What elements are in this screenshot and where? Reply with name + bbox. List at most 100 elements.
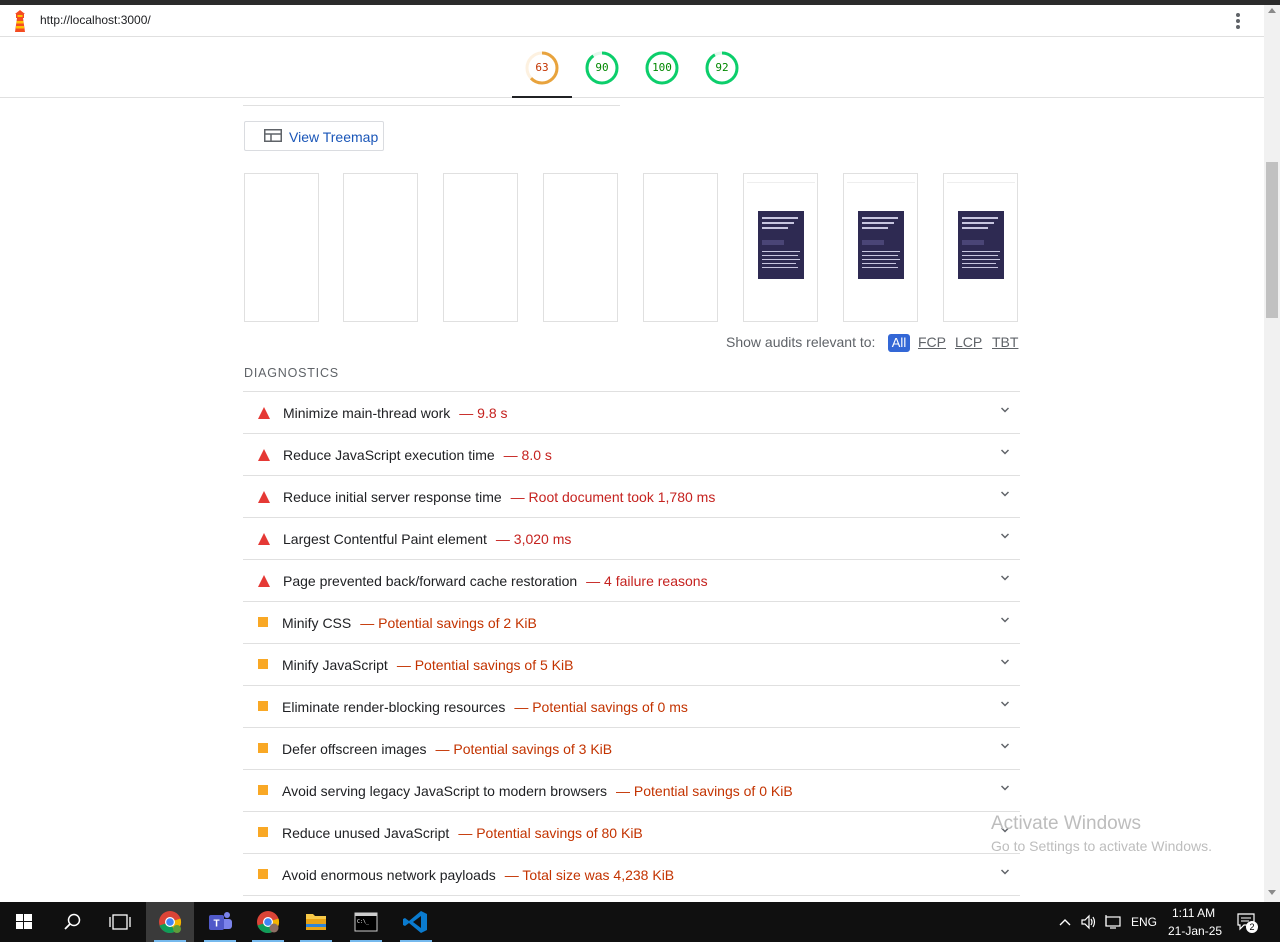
warning-square-icon [258, 617, 268, 627]
url-text[interactable]: http://localhost:3000/ [40, 13, 151, 27]
chevron-down-icon[interactable] [1001, 868, 1009, 876]
filmstrip-frame [643, 173, 718, 322]
view-treemap-button[interactable]: View Treemap [244, 121, 384, 151]
windows-logo-icon [16, 914, 32, 929]
svg-text:T: T [213, 919, 219, 930]
treemap-icon [264, 129, 282, 142]
chevron-down-icon[interactable] [1001, 658, 1009, 666]
audit-title-text: Avoid enormous network payloads [282, 867, 496, 883]
audit-row[interactable]: Eliminate render-blocking resources — Pot… [243, 685, 1020, 727]
audit-row[interactable]: Reduce unused JavaScript — Potential savi… [243, 811, 1020, 853]
audit-display-value: — 3,020 ms [495, 531, 572, 547]
audit-row[interactable]: Page prevented back/forward cache restor… [243, 559, 1020, 601]
warning-square-icon [258, 827, 268, 837]
windows-taskbar: T C:\_ ENG 1:11 AM 21-Jan-25 2 [0, 902, 1280, 942]
scroll-down-arrow-icon[interactable] [1268, 890, 1276, 895]
filter-fcp-link[interactable]: FCP [918, 334, 946, 350]
gauge-seo[interactable]: 92 [705, 51, 739, 85]
chevron-down-icon[interactable] [1001, 406, 1009, 414]
show-hidden-icons-chevron-icon[interactable] [1058, 916, 1072, 928]
chevron-down-icon[interactable] [1001, 616, 1009, 624]
audit-title: Page prevented back/forward cache restor… [283, 573, 708, 589]
audit-row[interactable]: Minify CSS — Potential savings of 2 KiB [243, 601, 1020, 643]
fail-triangle-icon [258, 449, 270, 461]
gauge-accessibility[interactable]: 90 [585, 51, 619, 85]
network-icon[interactable] [1104, 914, 1124, 930]
windows-start-button[interactable] [0, 902, 48, 942]
warning-square-icon [258, 701, 268, 711]
score-gauge-bar: 63 90 100 92 [0, 37, 1264, 98]
filmstrip-frame [443, 173, 518, 322]
filter-lcp-link[interactable]: LCP [955, 334, 982, 350]
chevron-down-icon[interactable] [1001, 574, 1009, 582]
audit-row[interactable]: Avoid serving legacy JavaScript to moder… [243, 769, 1020, 811]
taskbar-search-button[interactable] [48, 902, 96, 942]
audit-title-text: Page prevented back/forward cache restor… [283, 573, 578, 589]
audit-row[interactable]: Reduce initial server response time — Roo… [243, 475, 1020, 517]
audit-row[interactable]: Avoid enormous network payloads — Total s… [243, 853, 1020, 895]
chevron-down-icon[interactable] [1001, 448, 1009, 456]
page-scrollbar[interactable] [1264, 5, 1280, 902]
scrollbar-thumb[interactable] [1266, 162, 1278, 318]
audit-row[interactable]: Reduce JavaScript execution time — 8.0 s [243, 433, 1020, 475]
folder-icon [306, 914, 326, 930]
taskbar-terminal[interactable]: C:\_ [342, 902, 390, 942]
gauge-performance[interactable]: 63 [525, 51, 559, 85]
warning-square-icon [258, 785, 268, 795]
volume-icon[interactable] [1080, 914, 1098, 930]
frame-thumbnail [844, 174, 917, 321]
frame-header [747, 178, 815, 183]
taskbar-file-explorer[interactable] [292, 902, 340, 942]
fail-triangle-icon [258, 575, 270, 587]
vscode-icon [403, 911, 427, 933]
chevron-down-icon[interactable] [1001, 784, 1009, 792]
chevron-down-icon[interactable] [1001, 700, 1009, 708]
filter-all-button[interactable]: All [888, 334, 910, 352]
clock-date[interactable]: 21-Jan-25 [1168, 924, 1222, 938]
audit-row[interactable]: Largest Contentful Paint element — 3,020 … [243, 517, 1020, 559]
filmstrip-frame [743, 173, 818, 322]
activate-windows-watermark: Activate Windows Go to Settings to activ… [991, 813, 1212, 854]
frame-header [847, 178, 915, 183]
audit-display-value: — Total size was 4,238 KiB [504, 867, 675, 883]
chevron-down-icon[interactable] [1001, 490, 1009, 498]
audit-title: Reduce JavaScript execution time — 8.0 s [283, 447, 552, 463]
taskbar-chrome-second[interactable] [244, 902, 292, 942]
terminal-icon: C:\_ [354, 912, 378, 932]
audit-title: Minify CSS — Potential savings of 2 KiB [282, 615, 537, 631]
chevron-down-icon[interactable] [1001, 742, 1009, 750]
more-options-icon[interactable] [1228, 11, 1248, 31]
taskbar-chrome-active[interactable] [146, 902, 194, 942]
watermark-title: Activate Windows [991, 813, 1141, 834]
audit-title-text: Largest Contentful Paint element [283, 531, 487, 547]
chrome-icon [159, 911, 182, 934]
frame-hero-block [758, 211, 804, 279]
audit-row[interactable]: Minimize main-thread work — 9.8 s [243, 391, 1020, 433]
audit-row[interactable]: Defer offscreen images — Potential saving… [243, 727, 1020, 769]
audit-title: Minify JavaScript — Potential savings of … [282, 657, 573, 673]
audit-display-value: — Potential savings of 2 KiB [360, 615, 537, 631]
audit-title-text: Minify JavaScript [282, 657, 388, 673]
gauge-best-practices[interactable]: 100 [645, 51, 679, 85]
audit-display-value: — Root document took 1,780 ms [510, 489, 716, 505]
language-indicator[interactable]: ENG [1131, 915, 1157, 929]
notifications-button[interactable]: 2 [1236, 912, 1258, 933]
chevron-down-icon[interactable] [1001, 532, 1009, 540]
filmstrip-frame [244, 173, 319, 322]
audit-title: Largest Contentful Paint element — 3,020 … [283, 531, 571, 547]
search-icon [64, 913, 81, 930]
audit-row[interactable]: Minify JavaScript — Potential savings of … [243, 643, 1020, 685]
task-view-button[interactable] [96, 902, 144, 942]
scroll-up-arrow-icon[interactable] [1268, 8, 1276, 13]
svg-text:C:\_: C:\_ [357, 919, 370, 925]
taskbar-vscode[interactable] [392, 902, 440, 942]
filter-tbt-link[interactable]: TBT [992, 334, 1018, 350]
clock-time[interactable]: 1:11 AM [1172, 906, 1215, 920]
taskbar-teams[interactable]: T [196, 902, 244, 942]
audit-title: Defer offscreen images — Potential saving… [282, 741, 612, 757]
audit-display-value: — Potential savings of 80 KiB [458, 825, 643, 841]
audit-title-text: Avoid serving legacy JavaScript to moder… [282, 783, 608, 799]
section-divider [243, 105, 620, 106]
audit-title: Reduce initial server response time — Roo… [283, 489, 715, 505]
audit-display-value: — Potential savings of 5 KiB [396, 657, 574, 673]
